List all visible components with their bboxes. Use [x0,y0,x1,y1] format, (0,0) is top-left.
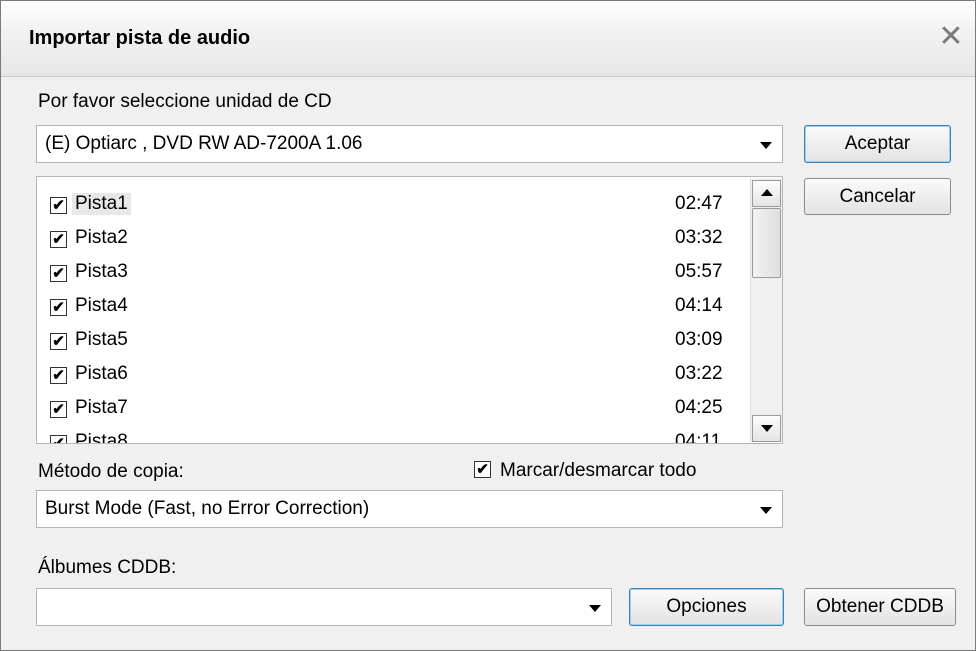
track-checkbox[interactable]: ✔ [50,231,67,248]
track-row[interactable]: ✔ Pista8 04:11 [47,429,747,444]
track-row[interactable]: ✔ Pista1 02:47 [47,191,747,221]
track-name: Pista2 [75,227,128,248]
track-duration: 03:32 [675,227,723,248]
drive-select-value: (E) Optiarc , DVD RW AD-7200A 1.06 [45,133,363,154]
track-duration: 04:11 [675,431,722,444]
track-checkbox[interactable]: ✔ [50,265,67,282]
scroll-thumb[interactable] [752,208,781,278]
track-name: Pista8 [75,431,128,444]
drive-select[interactable]: (E) Optiarc , DVD RW AD-7200A 1.06 [36,125,783,163]
track-checkbox[interactable]: ✔ [50,401,67,418]
track-duration: 05:57 [675,261,723,282]
track-name: Pista5 [75,329,128,350]
track-name: Pista4 [75,295,128,316]
track-row[interactable]: ✔ Pista3 05:57 [47,259,747,289]
track-duration: 03:09 [675,329,723,350]
track-row[interactable]: ✔ Pista2 03:32 [47,225,747,255]
cddb-albums-label: Álbumes CDDB: [38,557,177,578]
dialog-title: Importar pista de audio [29,27,251,49]
track-row[interactable]: ✔ Pista4 04:14 [47,293,747,323]
track-list-scrollbar[interactable] [750,178,782,442]
track-duration: 03:22 [675,363,723,384]
chevron-down-icon [760,142,772,149]
cancel-button[interactable]: Cancelar [804,178,951,215]
toggle-all-checkbox[interactable]: ✔ Marcar/desmarcar todo [474,460,774,486]
track-name: Pista6 [75,363,128,384]
track-row[interactable]: ✔ Pista5 03:09 [47,327,747,357]
track-row[interactable]: ✔ Pista6 03:22 [47,361,747,391]
track-list[interactable]: ✔ Pista1 02:47 ✔ Pista2 03:32 ✔ Pista3 05:57 ✔ Pis… [36,176,783,444]
track-name: Pista7 [75,397,128,418]
track-row[interactable]: ✔ Pista7 04:25 [47,395,747,425]
get-cddb-button[interactable]: Obtener CDDB [804,588,956,626]
track-checkbox[interactable]: ✔ [50,435,67,443]
scroll-down-button[interactable] [752,415,781,442]
arrow-up-icon [761,189,773,196]
copy-method-value: Burst Mode (Fast, no Error Correction) [45,498,370,519]
toggle-all-label: Marcar/desmarcar todo [500,460,697,481]
track-duration: 02:47 [675,193,723,214]
scroll-up-button[interactable] [752,180,781,207]
copy-method-label: Método de copia: [38,461,184,482]
close-icon[interactable]: ✕ [933,19,969,55]
arrow-down-icon [761,425,773,432]
import-audio-dialog: Importar pista de audio ✕ Por favor sele… [0,0,976,651]
title-bar: Importar pista de audio ✕ [1,1,975,77]
accept-button[interactable]: Aceptar [804,125,951,163]
toggle-all-check-icon: ✔ [474,461,491,478]
drive-label: Por favor seleccione unidad de CD [38,91,332,112]
track-checkbox[interactable]: ✔ [50,367,67,384]
copy-method-select[interactable]: Burst Mode (Fast, no Error Correction) [36,490,783,528]
options-button[interactable]: Opciones [629,588,784,626]
track-name: Pista3 [75,261,128,282]
track-name: Pista1 [72,193,131,215]
chevron-down-icon [760,507,772,514]
track-checkbox[interactable]: ✔ [50,197,67,214]
track-duration: 04:25 [675,397,723,418]
track-duration: 04:14 [675,295,723,316]
track-checkbox[interactable]: ✔ [50,299,67,316]
chevron-down-icon [589,605,601,612]
track-checkbox[interactable]: ✔ [50,333,67,350]
cddb-albums-select[interactable] [36,588,612,626]
